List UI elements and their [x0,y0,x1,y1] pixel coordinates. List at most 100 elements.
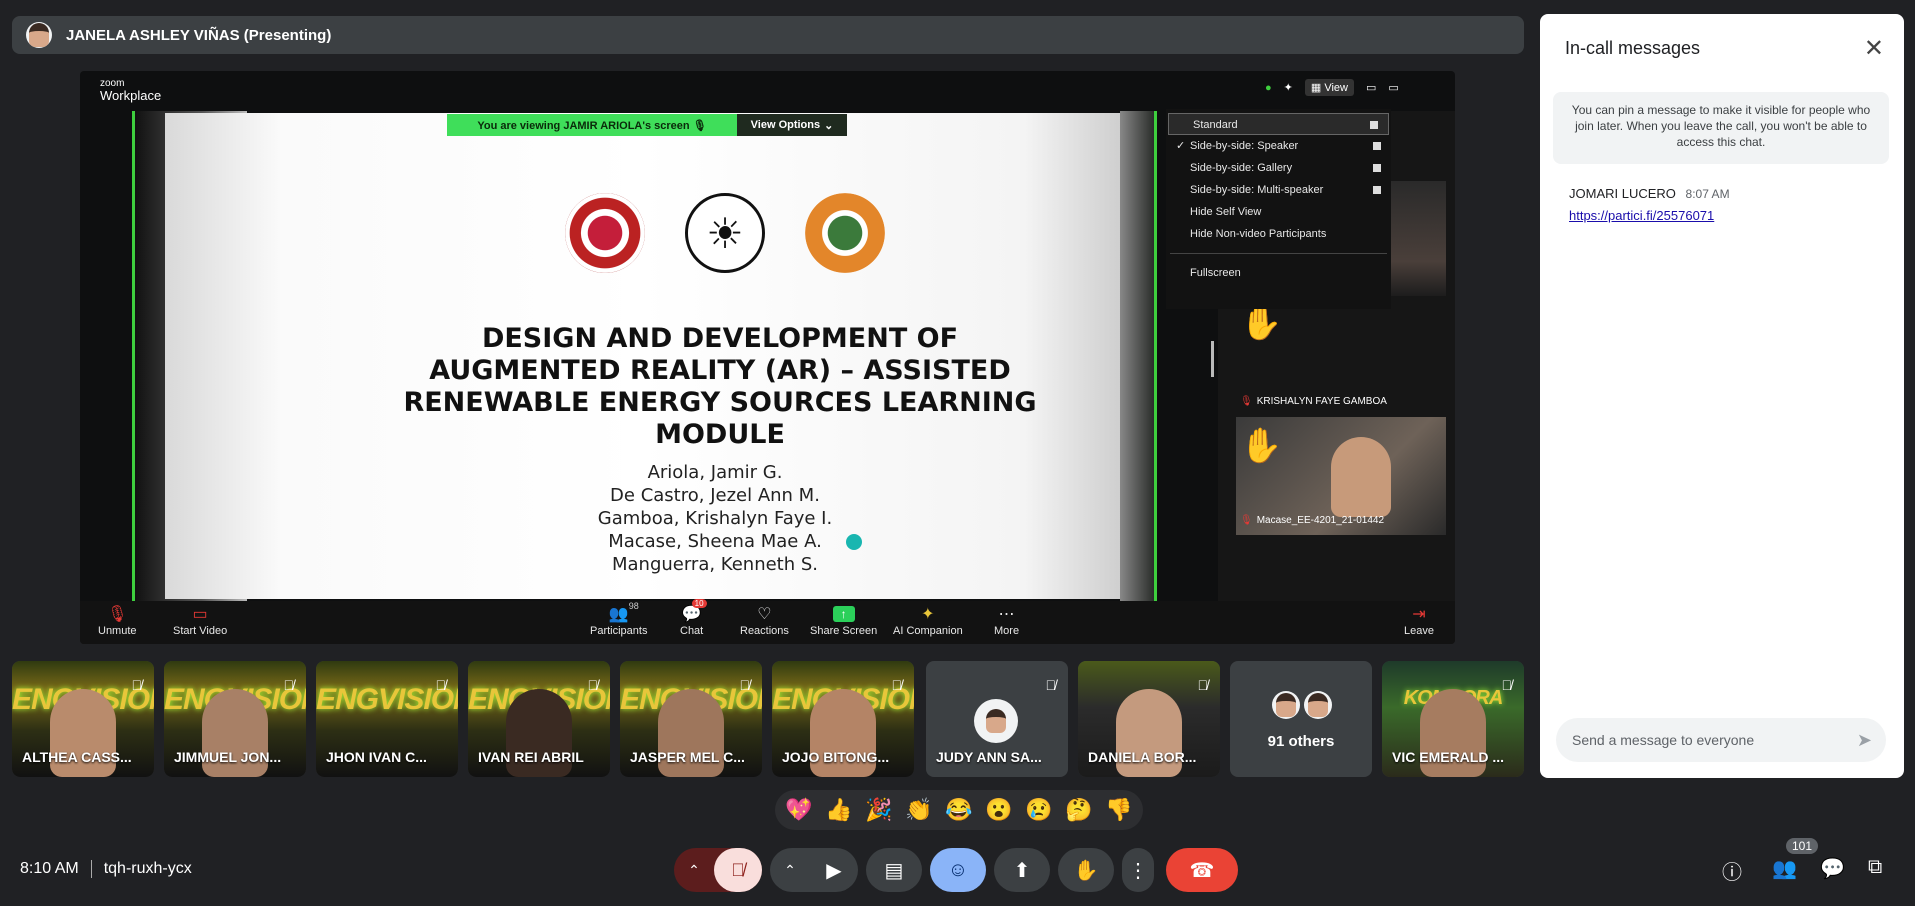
zoom-ai-companion-button[interactable]: ✦ AI Companion [893,603,963,637]
participant-name: VIC EMERALD ... [1392,749,1505,765]
chat-panel: In-call messages ✕ You can pin a message… [1540,14,1904,778]
participant-name: IVAN REI ABRIL [478,749,584,765]
avatar [1304,691,1332,719]
camera-icon[interactable]: ▶ [810,848,858,892]
menu-item-side-by-side-multi[interactable]: Side-by-side: Multi-speaker [1166,179,1391,201]
more-icon: ⋯ [998,606,1015,623]
chat-icon[interactable]: 💬 [1820,856,1845,881]
zoom-participants-button[interactable]: 👥 98 Participants [590,601,647,637]
zoom-start-video-button[interactable]: ▭ Start Video [173,603,227,637]
author-5: Manguerra, Kenneth S. [611,554,819,575]
video-off-icon: ▭ [192,606,208,623]
participant-name: JHON IVAN C... [326,749,427,765]
mic-off-icon: 🎙̸ [739,677,751,693]
zoom-share-screen-button[interactable]: ↑ Share Screen [810,603,877,637]
activities-icon[interactable]: ⧉ [1868,856,1882,879]
reaction-clap[interactable]: 👏 [901,792,937,828]
participant-tile[interactable]: ENGVISION 🎙̸ JASPER MEL C... [620,661,762,777]
reaction-sad[interactable]: 😢 [1021,792,1057,828]
raise-hand-button[interactable]: ✋ [1058,848,1114,892]
view-options-button[interactable]: View Options ⌄ [737,114,847,136]
zoom-view-button[interactable]: ▦ View [1304,79,1354,96]
mic-off-icon: 🎙̸ [1197,677,1209,693]
reaction-party[interactable]: 🎉 [861,792,897,828]
shield-icon: ● [1265,81,1272,94]
meeting-info: 8:10 AM tqh-ruxh-ycx [20,860,192,878]
zoom-leave-button[interactable]: ⇥ Leave [1404,603,1434,637]
menu-item-hide-non-video[interactable]: Hide Non-video Participants [1166,223,1391,245]
mic-off-icon: 🎙 [1240,515,1253,526]
video-options-chevron-icon[interactable]: ⌃ [770,848,810,892]
leave-call-button[interactable]: ☎ [1166,848,1238,892]
close-icon[interactable]: ✕ [1864,34,1884,63]
sparkle-icon[interactable]: ✦ [1284,81,1293,94]
emoji-icon: ☺ [947,858,969,881]
participant-name: JUDY ANN SA... [936,749,1042,765]
reaction-laugh[interactable]: 😂 [941,792,977,828]
share-border-left [132,111,135,606]
more-options-button[interactable]: ⋮ [1122,848,1154,892]
mic-off-icon: 🎙̸ [587,677,599,693]
divider [90,860,92,878]
zoom-unmute-button[interactable]: 🎙 Unmute [98,603,137,637]
menu-item-hide-self-view[interactable]: Hide Self View [1166,201,1391,223]
slide-authors: Ariola, Jamir G. De Castro, Jezel Ann M.… [545,461,885,576]
audio-options-chevron-icon[interactable]: ⌃ [674,848,714,892]
share-border-right [1154,111,1157,606]
chat-message-input[interactable] [1572,732,1842,748]
chat-message-link[interactable]: https://partici.fi/25576071 [1569,208,1714,223]
zoom-top-icons: ● ✦ ▦ View ▭ ▭ [1265,79,1399,96]
info-icon[interactable]: ⓘ [1722,856,1742,885]
zoom-scrollbar[interactable] [1211,341,1214,377]
menu-item-standard[interactable]: Standard [1168,113,1389,135]
send-icon[interactable]: ➤ [1857,730,1872,751]
people-icon[interactable]: 👥 [1772,856,1797,881]
participant-tile[interactable]: KOMBORA 🎙̸ VIC EMERALD ... [1382,661,1524,777]
reaction-thinking[interactable]: 🤔 [1061,792,1097,828]
zoom-chat-button[interactable]: 💬 10 Chat [680,599,707,637]
participant-tile[interactable]: ENGVISION 🎙̸ JHON IVAN C... [316,661,458,777]
participant-tile[interactable]: ENGVISION 🎙̸ IVAN REI ABRIL [468,661,610,777]
reaction-thumbs-down[interactable]: 👎 [1101,792,1137,828]
others-count: 91 others [1267,733,1335,750]
raised-hand-icon: ✋ [1240,427,1283,465]
zoom-reactions-button[interactable]: ♡ Reactions [740,603,789,637]
people-count-badge: 101 [1786,838,1819,854]
mic-off-icon: 🎙̸ [435,677,447,693]
share-screen-icon: ↑ [832,606,855,622]
menu-item-fullscreen[interactable]: Fullscreen [1166,262,1391,284]
participant-name: ALTHEA CASS... [22,749,132,765]
meeting-code: tqh-ruxh-ycx [103,860,192,877]
others-avatars [1272,691,1332,719]
chat-message-header: JOMARI LUCERO 8:07 AM [1569,186,1730,201]
leave-icon: ⇥ [1412,606,1426,623]
participant-tile[interactable]: ENGVISION 🎙̸ ALTHEA CASS... [12,661,154,777]
others-tile[interactable]: 91 others [1230,661,1372,777]
reactions-bar: 💖 👍 🎉 👏 😂 😮 😢 🤔 👎 [775,790,1143,830]
menu-item-side-by-side-gallery[interactable]: Side-by-side: Gallery [1166,157,1391,179]
participant-tile[interactable]: 🎙̸ DANIELA BOR... [1078,661,1220,777]
reaction-thumbs-up[interactable]: 👍 [821,792,857,828]
menu-item-side-by-side-speaker[interactable]: ✓ Side-by-side: Speaker [1166,135,1391,157]
send-reaction-button[interactable]: ☺ [930,848,986,892]
presenter-avatar [26,22,52,48]
more-vert-icon: ⋮ [1128,859,1148,882]
reaction-surprised[interactable]: 😮 [981,792,1017,828]
raised-hand-icon: ✋ [1240,304,1283,342]
reaction-heart[interactable]: 💖 [781,792,817,828]
presenter-bar: JANELA ASHLEY VIÑAS (Presenting) [12,16,1524,54]
participant-tile[interactable]: ENGVISION 🎙̸ JIMMUEL JON... [164,661,306,777]
captions-button[interactable]: ▤ [866,848,922,892]
chat-icon: 💬 10 [682,599,707,625]
participant-tile[interactable]: ENGVISION 🎙̸ JOJO BITONG... [772,661,914,777]
microphone-control: ⌃ 🎙̸ [674,848,762,892]
shared-screen: zoom Workplace ☀ DESIGN AND DEVELOPMENT … [80,71,1455,644]
author-3: Gamboa, Krishalyn Faye I. [597,508,833,529]
mic-off-icon[interactable]: 🎙̸ [714,848,762,892]
author-4: Macase, Sheena Mae A. [608,531,822,552]
present-button[interactable]: ⬆ [994,848,1050,892]
fullscreen-icon[interactable]: ▭ [1388,81,1398,94]
window-icon[interactable]: ▭ [1366,81,1376,94]
participant-tile[interactable]: 🎙̸ JUDY ANN SA... [926,661,1068,777]
zoom-more-button[interactable]: ⋯ More [994,603,1019,637]
